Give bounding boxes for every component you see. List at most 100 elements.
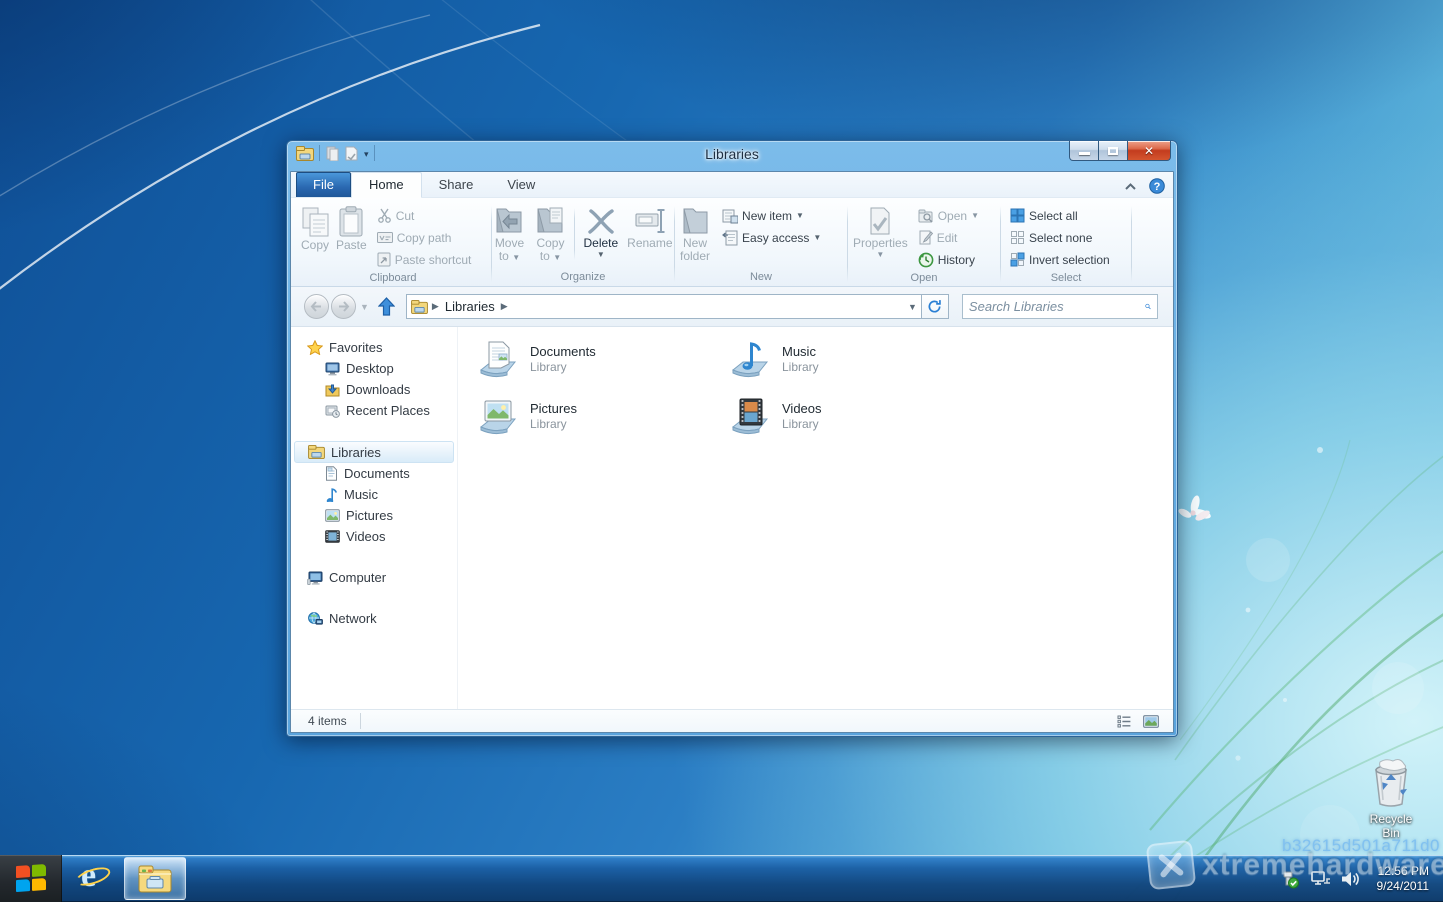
address-dropdown-icon[interactable]: ▼: [908, 302, 917, 312]
invert-selection-button[interactable]: Invert selection: [1007, 249, 1113, 270]
breadcrumb-arrow-icon[interactable]: ▶: [432, 301, 439, 312]
cut-icon: [377, 208, 391, 223]
documents-library-icon: [480, 341, 517, 378]
library-tile-videos[interactable]: Videos Library: [727, 391, 972, 441]
details-view-button[interactable]: [1114, 713, 1134, 730]
new-item-button[interactable]: New item ▼: [719, 205, 824, 226]
refresh-button[interactable]: [921, 294, 949, 319]
chevron-down-icon: ▼: [553, 253, 562, 262]
clock-date: 9/24/2011: [1376, 878, 1430, 893]
recycle-bin[interactable]: Recycle Bin: [1362, 756, 1420, 840]
sidebar-item-favorites[interactable]: Favorites: [291, 337, 457, 358]
help-icon[interactable]: ?: [1149, 178, 1165, 194]
status-separator: [359, 713, 361, 729]
taskbar-item-explorer[interactable]: [124, 857, 186, 900]
forward-button[interactable]: [331, 294, 356, 319]
usb-device-icon[interactable]: [1280, 869, 1300, 889]
minimize-button[interactable]: [1069, 141, 1099, 161]
sidebar-label: Music: [344, 487, 378, 502]
files-pane[interactable]: Documents Library Music Library Pictures…: [458, 327, 1173, 709]
tab-share[interactable]: Share: [422, 173, 491, 197]
desktop[interactable]: b32615d501a711d0 Recycle Bin ▾ Libraries…: [0, 0, 1443, 902]
computer-icon: [307, 571, 323, 585]
titlebar[interactable]: ▾ Libraries ✕: [287, 141, 1177, 171]
start-button[interactable]: [0, 855, 62, 902]
breadcrumb-arrow-icon[interactable]: ▶: [501, 301, 508, 312]
maximize-button[interactable]: [1099, 141, 1127, 161]
tab-view[interactable]: View: [490, 173, 552, 197]
network-status-icon[interactable]: [1309, 870, 1331, 888]
explorer-window: ▾ Libraries ✕ File Home Share View ? Cop…: [286, 140, 1178, 737]
internet-explorer-icon: e: [73, 857, 113, 895]
address-bar[interactable]: ▶ Libraries ▶ ▼: [405, 294, 922, 319]
search-input[interactable]: [968, 299, 1145, 314]
new-item-icon: [722, 209, 739, 223]
cut-button[interactable]: Cut: [374, 205, 475, 226]
sidebar-item-computer[interactable]: Computer: [291, 567, 457, 588]
select-none-button[interactable]: Select none: [1007, 227, 1113, 248]
chevron-down-icon: ▼: [512, 253, 521, 262]
copy-path-button[interactable]: Copy path: [374, 227, 475, 248]
tab-file[interactable]: File: [296, 172, 351, 197]
easy-access-button[interactable]: Easy access ▼: [719, 227, 824, 248]
search-icon[interactable]: [1145, 299, 1151, 314]
clock-time: 12:56 PM: [1377, 863, 1429, 878]
paste-button[interactable]: Paste: [333, 204, 370, 254]
history-icon: [918, 252, 934, 267]
library-tile-documents[interactable]: Documents Library: [475, 334, 720, 384]
sidebar-item-desktop[interactable]: Desktop: [291, 358, 457, 379]
edit-icon: [919, 230, 933, 245]
search-box[interactable]: [961, 294, 1158, 319]
back-button[interactable]: [304, 294, 329, 319]
paste-shortcut-button[interactable]: Paste shortcut: [374, 249, 475, 270]
sidebar-item-network[interactable]: Network: [291, 608, 457, 629]
pictures-library-icon: [480, 400, 517, 435]
taskbar-clock[interactable]: 12:56 PM 9/24/2011: [1369, 864, 1434, 894]
sidebar-item-recent-places[interactable]: Recent Places: [291, 400, 457, 421]
easy-access-icon: [722, 230, 738, 245]
move-to-button[interactable]: Move to ▼: [490, 204, 528, 265]
taskbar-item-internet-explorer[interactable]: e: [62, 855, 124, 902]
copy-to-button[interactable]: Copy to ▼: [531, 204, 569, 265]
collapse-ribbon-icon[interactable]: [1124, 182, 1137, 191]
select-all-button[interactable]: Select all: [1007, 205, 1113, 226]
paste-icon: [339, 206, 363, 237]
open-button[interactable]: Open ▼: [915, 205, 982, 226]
group-label-open: Open: [910, 272, 938, 284]
sidebar-item-videos[interactable]: Videos: [291, 526, 457, 547]
sidebar-item-music[interactable]: Music: [291, 484, 457, 505]
volume-icon[interactable]: [1340, 870, 1360, 888]
ribbon-separator: [674, 206, 675, 282]
large-icons-view-button[interactable]: [1141, 713, 1161, 730]
up-arrow-icon: [378, 297, 396, 316]
sidebar-label: Pictures: [346, 508, 393, 523]
history-button[interactable]: History: [915, 249, 982, 270]
sidebar-item-pictures[interactable]: Pictures: [291, 505, 457, 526]
tab-home[interactable]: Home: [350, 172, 422, 198]
star-icon: [307, 340, 323, 355]
recent-pages-dropdown-icon[interactable]: ▼: [360, 302, 369, 312]
invert-selection-icon: [1010, 252, 1025, 267]
sidebar-item-libraries[interactable]: Libraries: [294, 441, 454, 463]
breadcrumb-libraries[interactable]: Libraries: [443, 299, 497, 314]
copy-button[interactable]: Copy: [297, 204, 333, 254]
new-folder-button[interactable]: New folder: [677, 204, 713, 265]
downloads-icon: [325, 384, 340, 396]
library-tile-music[interactable]: Music Library: [727, 334, 972, 384]
select-none-icon: [1011, 231, 1024, 244]
up-button[interactable]: [375, 295, 399, 319]
sidebar-item-documents[interactable]: Documents: [291, 463, 457, 484]
group-label-select: Select: [1050, 272, 1082, 284]
properties-button[interactable]: Properties ▼: [850, 204, 911, 261]
library-tile-pictures[interactable]: Pictures Library: [475, 391, 720, 441]
address-row: ▼ ▶ Libraries ▶ ▼: [291, 287, 1173, 327]
rename-button[interactable]: Rename: [624, 204, 675, 252]
sidebar-item-downloads[interactable]: Downloads: [291, 379, 457, 400]
close-button[interactable]: ✕: [1127, 141, 1171, 161]
sidebar-label: Documents: [344, 466, 410, 481]
delete-button[interactable]: Delete ▼: [580, 204, 621, 261]
delete-icon: [588, 209, 614, 234]
sidebar-label: Downloads: [346, 382, 411, 397]
details-view-icon: [1117, 715, 1130, 728]
edit-button[interactable]: Edit: [915, 227, 982, 248]
